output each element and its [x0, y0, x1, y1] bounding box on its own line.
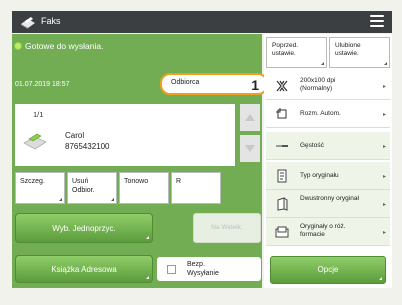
fax-icon — [21, 17, 35, 29]
setting-original-type[interactable]: Typ oryginału ▸ — [266, 162, 390, 190]
favorite-settings-button[interactable]: Ulubione ustawie. — [329, 37, 390, 68]
recipient-count: 1 — [251, 77, 259, 93]
density-icon — [276, 145, 288, 147]
scroll-up-button[interactable] — [240, 104, 260, 131]
recipient-number: 8765432100 — [65, 142, 110, 151]
app-title: Faks — [41, 16, 61, 26]
r-key-button[interactable]: R — [171, 172, 221, 204]
different-size-icon — [275, 226, 289, 238]
page-indicator: 1/1 — [33, 110, 44, 119]
previous-settings-button[interactable]: Poprzed. ustawie. — [266, 37, 327, 68]
direct-send-checkbox[interactable] — [167, 265, 176, 274]
two-sided-icon — [277, 197, 288, 211]
setting-resolution[interactable]: 200x100 dpi (Normalny) ▸ — [266, 72, 390, 100]
setting-density[interactable]: Gęstość ▸ — [266, 132, 390, 160]
menu-icon[interactable] — [370, 15, 384, 29]
action-row-2: Książka Adresowa Bezp. Wysyłanie — [12, 250, 262, 288]
scroll-down-button[interactable] — [240, 135, 260, 162]
recipient-actions: Szczeg. Usuń Odbior. Tonowo R — [12, 170, 262, 208]
fax-screen: Faks Gotowe do wysłania. 01.07.2019 18:5… — [0, 0, 402, 305]
remove-recipient-button[interactable]: Usuń Odbior. — [67, 172, 117, 204]
settings-panel: Poprzed. ustawie. Ulubione ustawie. 200x… — [264, 34, 392, 288]
specify-one-touch-button[interactable]: Wyb. Jednoprzyc. — [15, 213, 153, 243]
setting-scan-size[interactable]: Rozm. Autom. ▸ — [266, 100, 390, 128]
scan-size-icon — [276, 108, 287, 119]
chevron-right-icon: ▸ — [382, 112, 386, 118]
chevron-right-icon: ▸ — [382, 202, 386, 208]
recipient-counter-button[interactable]: Odbiorca 1 — [160, 73, 268, 95]
date-time: 01.07.2019 18:57 — [15, 81, 70, 88]
recipient-label: Odbiorca — [171, 79, 200, 86]
arrow-down-icon — [245, 145, 255, 152]
chevron-right-icon: ▸ — [382, 84, 386, 90]
arrow-up-icon — [245, 114, 255, 121]
setting-different-size[interactable]: Oryginały o róż. formacie ▸ — [266, 218, 390, 246]
action-row-1: Wyb. Jednoprzyc. Na Widelk. — [12, 208, 262, 250]
ready-indicator-icon — [15, 43, 21, 49]
fax-number-icon — [23, 133, 47, 150]
address-book-button[interactable]: Książka Adresowa — [15, 255, 153, 283]
title-bar: Faks — [12, 11, 392, 33]
chevron-right-icon: ▸ — [382, 144, 386, 150]
direct-send-option[interactable]: Bezp. Wysyłanie — [157, 257, 261, 281]
recipient-name: Carol — [65, 131, 85, 140]
chevron-right-icon: ▸ — [382, 230, 386, 236]
options-button[interactable]: Opcje — [270, 256, 386, 284]
on-hook-button[interactable]: Na Widelk. — [193, 213, 261, 243]
details-button[interactable]: Szczeg. — [15, 172, 65, 204]
setting-two-sided[interactable]: Dwustronny oryginał ▸ — [266, 190, 390, 218]
chevron-right-icon: ▸ — [382, 174, 386, 180]
status-bar: Gotowe do wysłania. — [12, 34, 262, 70]
original-type-icon — [277, 169, 287, 183]
recipient-entry[interactable]: 1/1 Carol 8765432100 — [15, 104, 235, 166]
status-text: Gotowe do wysłania. — [25, 41, 104, 51]
resolution-icon — [276, 80, 288, 92]
job-header: 01.07.2019 18:57 Odbiorca 1 — [12, 70, 268, 100]
recipient-panel: 1/1 Carol 8765432100 — [12, 100, 262, 170]
tone-button[interactable]: Tonowo — [119, 172, 169, 204]
